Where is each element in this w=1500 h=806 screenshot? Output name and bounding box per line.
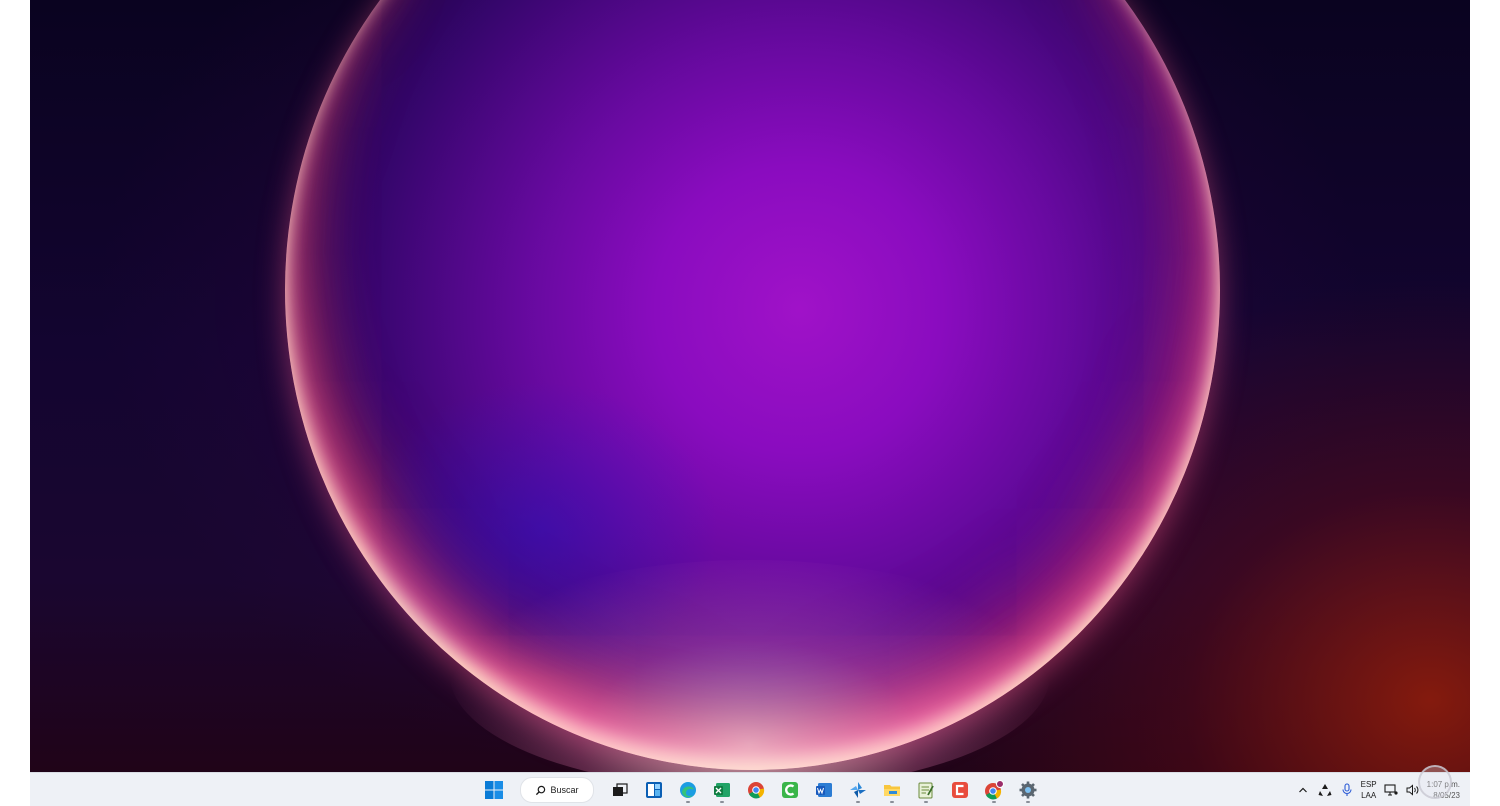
running-indicator bbox=[890, 801, 894, 803]
widgets-button[interactable] bbox=[640, 776, 668, 804]
settings-icon bbox=[1019, 781, 1037, 799]
microphone-button[interactable] bbox=[1339, 776, 1355, 804]
camtasia-icon bbox=[782, 782, 798, 798]
taskbar-app-chrome-profile[interactable] bbox=[980, 776, 1008, 804]
network-button[interactable] bbox=[1383, 776, 1399, 804]
search-box[interactable]: Buscar bbox=[520, 777, 594, 803]
taskbar-app-settings[interactable] bbox=[1014, 776, 1042, 804]
running-indicator bbox=[720, 801, 724, 803]
chrome-profile-icon bbox=[985, 780, 1004, 800]
taskbar-app-camtasia[interactable] bbox=[776, 776, 804, 804]
wallpaper bbox=[30, 0, 1470, 772]
taskbar-app-capcut[interactable] bbox=[946, 776, 974, 804]
search-icon bbox=[536, 785, 546, 795]
taskbar-app-excel[interactable] bbox=[708, 776, 736, 804]
language-secondary: LAA bbox=[1361, 791, 1377, 800]
language-primary: ESP bbox=[1360, 780, 1377, 789]
desktop: Buscar ESP LAA 1:07 p.m. 8/05/23 bbox=[30, 0, 1470, 806]
word-icon bbox=[816, 783, 832, 797]
task-view-icon bbox=[613, 783, 628, 796]
show-hidden-icons-button[interactable] bbox=[1295, 776, 1311, 804]
running-indicator bbox=[992, 801, 996, 803]
search-label: Buscar bbox=[550, 785, 579, 795]
widgets-icon bbox=[646, 782, 662, 798]
chrome-icon bbox=[748, 782, 765, 799]
running-indicator bbox=[1026, 801, 1030, 803]
notepad-icon bbox=[918, 782, 934, 799]
running-indicator bbox=[686, 801, 690, 803]
microphone-icon bbox=[1342, 783, 1352, 796]
edge-icon bbox=[680, 782, 696, 798]
taskbar-app-notepad[interactable] bbox=[912, 776, 940, 804]
taskbar-app-file-explorer[interactable] bbox=[878, 776, 906, 804]
excel-icon bbox=[714, 783, 730, 797]
input-language-button[interactable]: ESP LAA bbox=[1361, 779, 1377, 801]
taskbar-app-word[interactable] bbox=[810, 776, 838, 804]
running-indicator bbox=[924, 801, 928, 803]
taskbar-center: Buscar bbox=[480, 773, 1042, 806]
windows-logo-icon bbox=[485, 781, 503, 799]
watermark-logo bbox=[1418, 765, 1452, 799]
tray-recycle-button[interactable] bbox=[1317, 776, 1333, 804]
taskbar: Buscar ESP LAA 1:07 p.m. 8/05/23 bbox=[30, 765, 1470, 806]
taskbar-app-edge[interactable] bbox=[674, 776, 702, 804]
recycle-icon bbox=[1318, 784, 1332, 796]
chevron-up-icon bbox=[1298, 787, 1307, 793]
running-indicator bbox=[856, 801, 860, 803]
taskbar-app-chrome[interactable] bbox=[742, 776, 770, 804]
taskbar-app-photos[interactable] bbox=[844, 776, 872, 804]
network-icon bbox=[1384, 784, 1398, 796]
capcut-icon bbox=[952, 782, 968, 798]
task-view-button[interactable] bbox=[606, 776, 634, 804]
photos-icon bbox=[850, 782, 866, 798]
start-button[interactable] bbox=[480, 776, 508, 804]
file-explorer-icon bbox=[884, 785, 900, 796]
